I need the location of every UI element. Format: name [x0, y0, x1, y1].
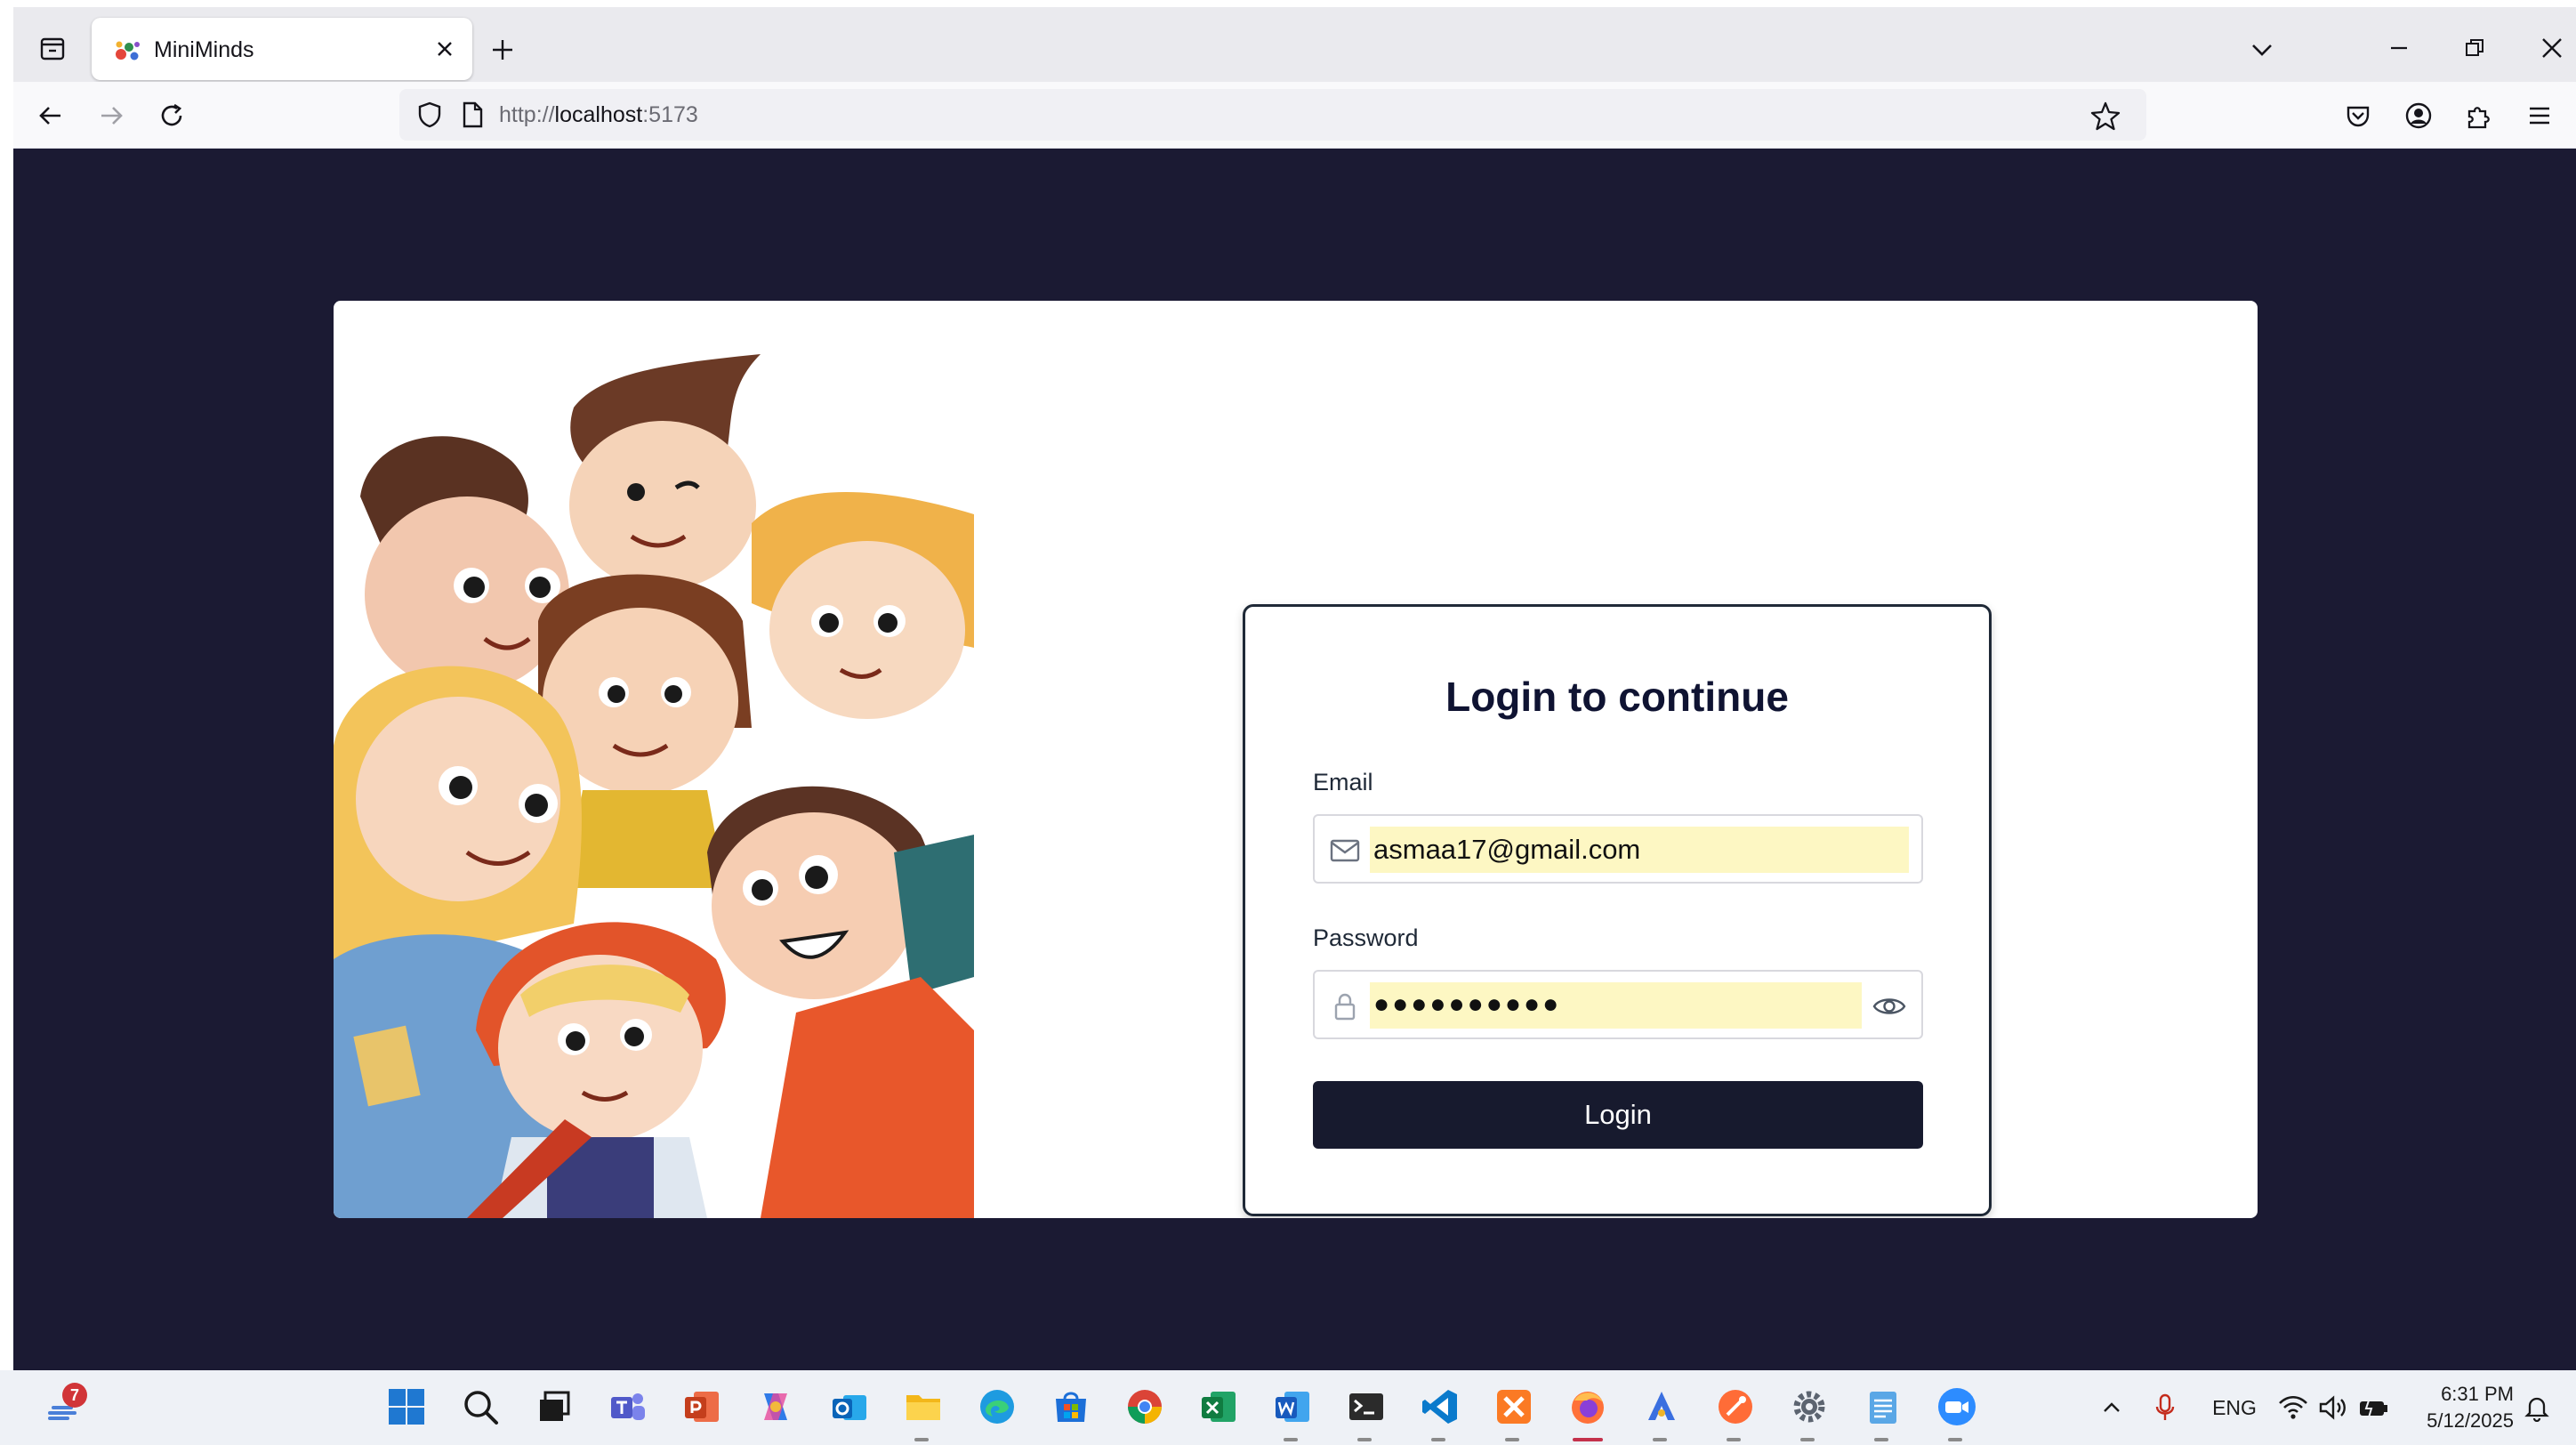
windows-taskbar: 7 ENG 6:31 PM 5/12/2025 [0, 1370, 2576, 1445]
close-window-icon[interactable] [2532, 28, 2572, 68]
app-builder-icon[interactable] [1639, 1384, 1684, 1429]
postman-icon[interactable] [1713, 1384, 1758, 1429]
envelope-icon [1330, 839, 1360, 862]
wifi-icon[interactable] [2275, 1392, 2311, 1424]
email-field[interactable] [1313, 814, 1923, 884]
email-input[interactable] [1370, 827, 1909, 873]
settings-running-indicator [1800, 1438, 1815, 1441]
password-field[interactable]: ●●●●●●●●●● [1313, 970, 1923, 1039]
extensions-puzzle-icon[interactable] [2459, 96, 2499, 135]
language-indicator[interactable]: ENG [2206, 1392, 2263, 1424]
edge-icon[interactable] [975, 1384, 1019, 1429]
file-explorer-icon[interactable] [901, 1384, 946, 1429]
bookmark-star-icon[interactable] [2089, 100, 2121, 132]
battery-icon[interactable] [2355, 1392, 2391, 1424]
powerpoint-icon[interactable] [680, 1384, 724, 1429]
firefox-icon[interactable] [1566, 1384, 1610, 1429]
vscode-icon[interactable] [1418, 1384, 1462, 1429]
page-background: Login to continue Email Password [13, 149, 2576, 1370]
account-icon[interactable] [2399, 96, 2438, 135]
chrome-icon[interactable] [1123, 1384, 1167, 1429]
browser-nav-bar: http://localhost:5173 [13, 82, 2576, 149]
copilot-icon[interactable] [753, 1384, 798, 1429]
new-tab-plus-icon[interactable] [485, 32, 520, 68]
windows-start-icon[interactable] [384, 1384, 429, 1429]
task-view-icon[interactable] [532, 1384, 576, 1429]
show-hidden-icons-chevron-icon[interactable] [2096, 1392, 2128, 1424]
excel-icon[interactable] [1196, 1384, 1241, 1429]
list-all-tabs-chevron-icon[interactable] [2244, 32, 2280, 68]
tab-manager-icon[interactable] [29, 27, 76, 71]
tab-title: MiniMinds [154, 37, 254, 62]
login-form: Login to continue Email Password [1243, 604, 1992, 1216]
notification-count-badge: 7 [62, 1383, 87, 1408]
system-clock[interactable]: 6:31 PM 5/12/2025 [2407, 1381, 2514, 1434]
show-password-eye-icon[interactable] [1872, 991, 1907, 1021]
notepad-running-indicator [1874, 1438, 1888, 1441]
word-running-indicator [1284, 1438, 1298, 1441]
address-bar[interactable]: http://localhost:5173 [399, 89, 2146, 141]
page-info-icon[interactable] [460, 101, 485, 129]
lock-icon [1334, 993, 1356, 1021]
password-input[interactable]: ●●●●●●●●●● [1370, 982, 1862, 1029]
firefox-active-indicator [1573, 1438, 1603, 1441]
restore-window-icon[interactable] [2455, 28, 2494, 68]
url-text[interactable]: http://localhost:5173 [499, 102, 698, 128]
password-masked-value: ●●●●●●●●●● [1373, 989, 1562, 1019]
clock-time: 6:31 PM [2441, 1383, 2514, 1405]
clock-date: 5/12/2025 [2427, 1409, 2514, 1432]
zoom-icon[interactable] [1935, 1384, 1979, 1429]
teams-icon[interactable] [606, 1384, 650, 1429]
password-label: Password [1313, 924, 1419, 951]
postman-running-indicator [1727, 1438, 1741, 1441]
microsoft-store-icon[interactable] [1049, 1384, 1093, 1429]
login-card: Login to continue Email Password [334, 301, 2258, 1218]
tab-close-icon[interactable] [430, 34, 460, 64]
reload-icon[interactable] [152, 96, 191, 135]
microphone-icon[interactable] [2149, 1392, 2181, 1424]
outlook-icon[interactable] [827, 1384, 872, 1429]
minimize-window-icon[interactable] [2379, 28, 2419, 68]
forward-arrow-icon[interactable] [92, 96, 131, 135]
file-explorer-running-indicator [914, 1438, 929, 1441]
xampp-running-indicator [1505, 1438, 1519, 1441]
vscode-running-indicator [1431, 1438, 1445, 1441]
browser-tab[interactable]: MiniMinds [92, 18, 472, 80]
tracking-protection-shield-icon[interactable] [415, 101, 444, 129]
terminal-running-indicator [1357, 1438, 1372, 1441]
terminal-icon[interactable] [1344, 1384, 1389, 1429]
notification-bell-icon[interactable] [2519, 1392, 2555, 1424]
kids-illustration-image [334, 354, 974, 1218]
xampp-icon[interactable] [1492, 1384, 1536, 1429]
language-text: ENG [2212, 1395, 2257, 1419]
login-button[interactable]: Login [1313, 1081, 1923, 1149]
settings-gear-icon[interactable] [1787, 1384, 1831, 1429]
notepad-icon[interactable] [1861, 1384, 1905, 1429]
email-label: Email [1313, 769, 1373, 795]
app-builder-running-indicator [1653, 1438, 1667, 1441]
screen: MiniMinds http://localhost:5173 Login to… [0, 0, 2576, 1445]
browser-tab-bar: MiniMinds [13, 7, 2576, 82]
pocket-icon[interactable] [2339, 96, 2378, 135]
back-arrow-icon[interactable] [31, 96, 70, 135]
word-icon[interactable] [1270, 1384, 1315, 1429]
volume-icon[interactable] [2315, 1392, 2351, 1424]
app-menu-hamburger-icon[interactable] [2520, 96, 2559, 135]
miniminds-favicon-icon [116, 41, 140, 61]
zoom-running-indicator [1948, 1438, 1962, 1441]
login-title: Login to continue [1445, 674, 1789, 720]
search-icon[interactable] [458, 1384, 503, 1429]
